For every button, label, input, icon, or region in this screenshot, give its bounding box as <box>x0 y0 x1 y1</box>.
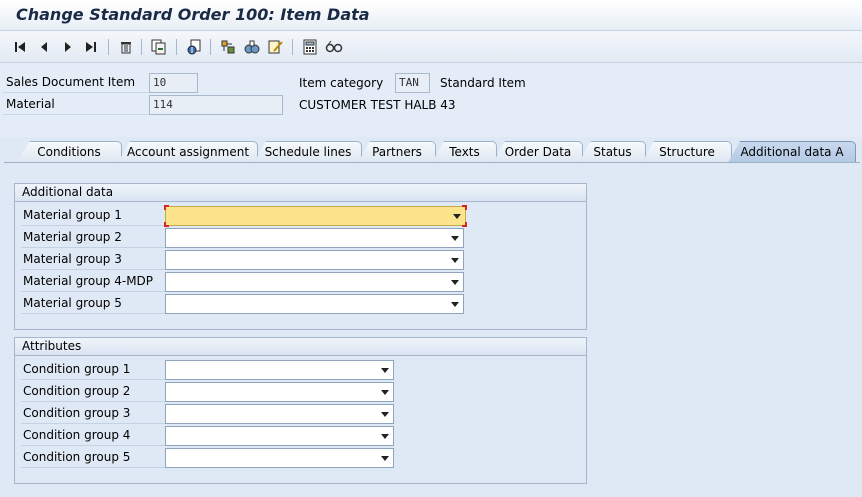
item-header: Sales Document Item 10 Material 114 Item… <box>0 63 862 137</box>
toolbar-separator <box>141 39 142 55</box>
additional-data-group: Additional data Material group 1 Materia… <box>14 183 587 330</box>
toolbar-separator <box>108 39 109 55</box>
condition-group-1-label: Condition group 1 <box>21 360 170 380</box>
chevron-down-icon[interactable] <box>451 236 459 241</box>
material-group-4-dropdown[interactable] <box>165 272 464 292</box>
edit-icon[interactable] <box>266 37 286 57</box>
next-page-icon[interactable] <box>58 37 78 57</box>
title-bar: Change Standard Order 100: Item Data <box>0 0 862 31</box>
material-group-1-dropdown[interactable] <box>164 205 467 227</box>
condition-group-2-dropdown[interactable] <box>165 382 394 402</box>
chevron-down-icon[interactable] <box>453 214 461 219</box>
chevron-down-icon[interactable] <box>381 434 389 439</box>
delete-icon[interactable] <box>116 37 136 57</box>
tab-partners[interactable]: Partners <box>358 141 436 163</box>
tab-label: Structure <box>659 145 715 159</box>
tab-order-data[interactable]: Order Data <box>493 141 583 163</box>
group-title: Attributes <box>15 338 586 356</box>
condition-group-2-label: Condition group 2 <box>21 382 170 402</box>
item-category-label: Item category <box>299 76 384 90</box>
tab-label: Status <box>593 145 632 159</box>
last-page-icon[interactable] <box>81 37 101 57</box>
tab-content: Additional data Material group 1 Materia… <box>4 162 860 495</box>
material-group-1-label: Material group 1 <box>21 206 170 226</box>
sales-doc-item-field[interactable]: 10 <box>149 73 198 93</box>
tab-label: Conditions <box>37 145 101 159</box>
condition-group-4-label: Condition group 4 <box>21 426 170 446</box>
previous-page-icon[interactable] <box>34 37 54 57</box>
focus-marker <box>462 205 467 210</box>
material-group-2-dropdown[interactable] <box>165 228 464 248</box>
tab-account-assignment[interactable]: Account assignment <box>118 141 258 163</box>
tab-status[interactable]: Status <box>579 141 646 163</box>
focus-marker <box>164 222 169 227</box>
first-page-icon[interactable] <box>10 37 30 57</box>
variant-icon[interactable] <box>242 37 262 57</box>
tab-strip: Conditions Account assignment Schedule l… <box>0 137 862 163</box>
document-flow-icon[interactable] <box>184 37 204 57</box>
material-group-3-label: Material group 3 <box>21 250 170 270</box>
focus-marker <box>164 205 169 210</box>
tab-label: Schedule lines <box>264 145 352 159</box>
chevron-down-icon[interactable] <box>451 302 459 307</box>
tab-conditions[interactable]: Conditions <box>16 141 122 163</box>
tab-label: Partners <box>372 145 422 159</box>
application-toolbar <box>0 31 862 63</box>
tab-label: Account assignment <box>126 145 250 159</box>
tab-structure[interactable]: Structure <box>642 141 732 163</box>
tab-additional-data-a[interactable]: Additional data A <box>728 141 856 163</box>
tab-texts[interactable]: Texts <box>432 141 497 163</box>
condition-group-5-dropdown[interactable] <box>165 448 394 468</box>
page-title: Change Standard Order 100: Item Data <box>16 5 370 24</box>
condition-group-3-dropdown[interactable] <box>165 404 394 424</box>
focus-marker <box>462 222 467 227</box>
glasses-icon[interactable] <box>324 37 344 57</box>
toolbar-separator <box>210 39 211 55</box>
condition-group-3-label: Condition group 3 <box>21 404 170 424</box>
tab-schedule-lines[interactable]: Schedule lines <box>254 141 362 163</box>
chevron-down-icon[interactable] <box>381 390 389 395</box>
tab-label: Order Data <box>504 145 572 159</box>
attributes-group: Attributes Condition group 1 Condition g… <box>14 337 587 484</box>
material-group-4-label: Material group 4-MDP <box>21 272 170 292</box>
material-field[interactable]: 114 <box>149 95 283 115</box>
material-label: Material <box>3 95 149 115</box>
condition-group-4-dropdown[interactable] <box>165 426 394 446</box>
item-category-description: Standard Item <box>440 76 526 90</box>
calculator-icon[interactable] <box>300 37 320 57</box>
material-group-3-dropdown[interactable] <box>165 250 464 270</box>
chevron-down-icon[interactable] <box>381 368 389 373</box>
chevron-down-icon[interactable] <box>451 258 459 263</box>
tab-label: Texts <box>449 145 480 159</box>
tab-label: Additional data A <box>740 145 844 159</box>
material-description: CUSTOMER TEST HALB 43 <box>299 98 456 112</box>
material-group-5-label: Material group 5 <box>21 294 170 314</box>
toolbar-separator <box>176 39 177 55</box>
material-group-2-label: Material group 2 <box>21 228 170 248</box>
group-title: Additional data <box>15 184 586 202</box>
sales-doc-item-label: Sales Document Item <box>3 73 149 93</box>
condition-group-1-dropdown[interactable] <box>165 360 394 380</box>
configuration-icon[interactable] <box>218 37 238 57</box>
material-group-5-dropdown[interactable] <box>165 294 464 314</box>
toolbar-separator <box>292 39 293 55</box>
condition-group-5-label: Condition group 5 <box>21 448 170 468</box>
copy-icon[interactable] <box>149 37 169 57</box>
chevron-down-icon[interactable] <box>381 456 389 461</box>
chevron-down-icon[interactable] <box>451 280 459 285</box>
item-category-field[interactable]: TAN <box>395 73 430 93</box>
chevron-down-icon[interactable] <box>381 412 389 417</box>
